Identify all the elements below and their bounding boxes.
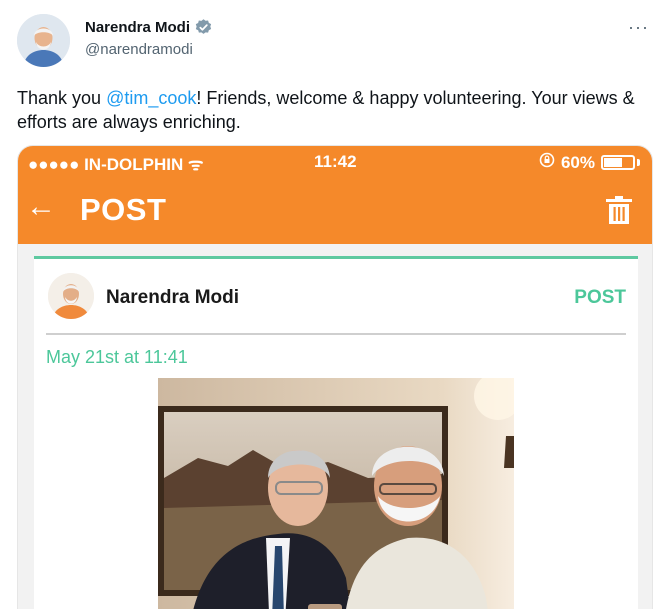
card-avatar	[48, 273, 94, 319]
battery-percent: 60%	[560, 152, 595, 172]
battery-icon	[601, 155, 635, 170]
status-time: 11:42	[314, 152, 357, 171]
battery-tip	[637, 159, 640, 166]
tweet-media-image[interactable]: ●●●●● IN-DOLPHIN ᯤ 11:42 60% ← POST Nare…	[17, 145, 653, 609]
more-options-icon[interactable]: ···	[628, 18, 649, 36]
mention-link[interactable]: @tim_cook	[106, 88, 196, 108]
back-arrow-icon[interactable]: ←	[26, 192, 56, 222]
post-photo	[158, 378, 514, 609]
post-card: Narendra Modi POST May 21st at 11:41	[34, 256, 638, 609]
status-bar: ●●●●● IN-DOLPHIN ᯤ 11:42 60%	[18, 152, 652, 176]
avatar[interactable]	[17, 14, 70, 67]
card-author: Narendra Modi	[106, 287, 240, 308]
tweet-text: Thank you @tim_cook! Friends, welcome & …	[17, 86, 637, 134]
battery-level	[604, 158, 622, 167]
app-title: POST	[80, 192, 167, 227]
divider	[46, 333, 626, 335]
card-timestamp: May 21st at 11:41	[46, 347, 188, 367]
battery-status: 60%	[539, 152, 640, 173]
trash-icon[interactable]	[606, 196, 632, 229]
app-header: ●●●●● IN-DOLPHIN ᯤ 11:42 60% ← POST	[18, 146, 652, 244]
display-name[interactable]: Narendra Modi	[85, 19, 190, 36]
verified-badge-icon	[194, 18, 213, 37]
handle[interactable]: @narendramodi	[85, 41, 193, 58]
lock-rotation-icon	[539, 152, 555, 173]
carrier-label: ●●●●● IN-DOLPHIN ᯤ	[28, 155, 204, 174]
card-post-label: POST	[574, 287, 626, 308]
tweet-text-start: Thank you	[17, 88, 107, 108]
tweet-header: Narendra Modi @narendramodi ···	[17, 14, 657, 70]
